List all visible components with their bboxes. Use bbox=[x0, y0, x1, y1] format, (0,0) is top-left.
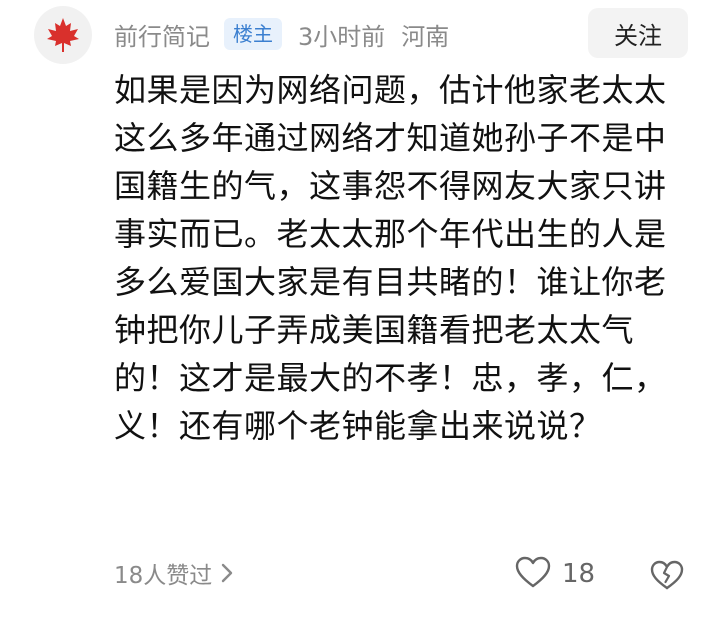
broken-heart-icon bbox=[650, 560, 684, 590]
likes-summary-link[interactable]: 18人赞过 bbox=[114, 556, 234, 590]
like-count: 18 bbox=[562, 559, 596, 589]
comment-card: 前行简记 楼主 3小时前 河南 关注 如果是因为网络问题，估计他家老太太这么多年… bbox=[0, 0, 718, 642]
follow-button[interactable]: 关注 bbox=[588, 8, 688, 58]
comment-location: 河南 bbox=[401, 22, 450, 51]
avatar[interactable] bbox=[34, 6, 92, 64]
op-badge: 楼主 bbox=[224, 18, 282, 50]
likes-summary: 18人赞过 bbox=[114, 563, 213, 589]
maple-leaf-icon bbox=[47, 18, 79, 52]
dislike-button[interactable] bbox=[648, 556, 686, 594]
heart-icon bbox=[514, 555, 552, 593]
like-button[interactable]: 18 bbox=[514, 554, 595, 594]
author-name[interactable]: 前行简记 bbox=[114, 17, 210, 52]
comment-time: 3小时前 bbox=[298, 22, 386, 51]
comment-text: 如果是因为网络问题，估计他家老太太这么多年通过网络才知道她孙子不是中国籍生的气，… bbox=[114, 71, 667, 445]
chevron-right-icon bbox=[220, 562, 234, 584]
comment-meta: 前行简记 楼主 3小时前 河南 bbox=[114, 14, 449, 54]
